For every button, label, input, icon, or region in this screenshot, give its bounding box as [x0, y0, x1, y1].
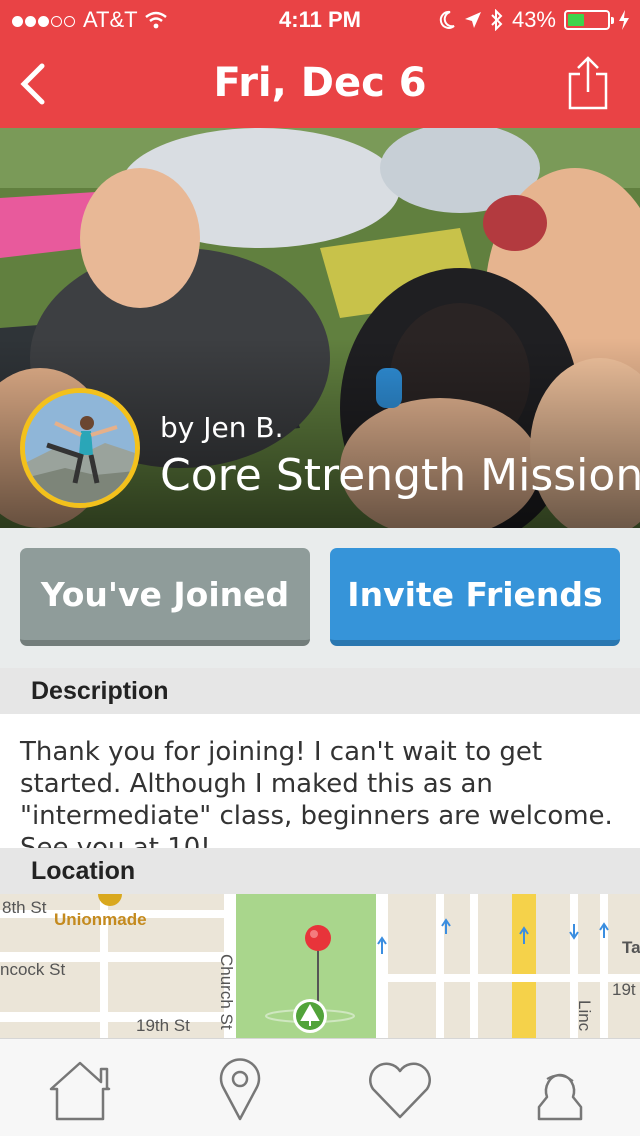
charging-icon: [619, 10, 629, 30]
profile-icon: [537, 1073, 583, 1121]
map-label-19th-right: 19t: [612, 980, 636, 999]
tab-location[interactable]: [205, 1057, 275, 1123]
description-text: Thank you for joining! I can't wait to g…: [0, 714, 640, 863]
map-label-linc: Linc: [575, 1000, 594, 1032]
nav-bar: Fri, Dec 6: [0, 40, 640, 128]
joined-button[interactable]: You've Joined: [20, 548, 310, 646]
event-title: Core Strength Mission: [160, 450, 640, 501]
location-arrow-icon: [464, 12, 481, 28]
map-label-19th: 19th St: [136, 1016, 190, 1035]
share-button[interactable]: [566, 56, 610, 110]
description-header: Description: [0, 668, 640, 714]
location-map[interactable]: 8th St Unionmade ncock St Church St 19th…: [0, 894, 640, 1038]
event-hero-image: by Jen B. Core Strength Mission: [0, 128, 640, 528]
action-buttons: You've Joined Invite Friends: [0, 528, 640, 668]
battery-icon: [564, 10, 614, 30]
bluetooth-icon: [491, 9, 503, 31]
share-icon: [568, 56, 608, 110]
tab-home[interactable]: [45, 1057, 115, 1123]
moon-icon: [439, 10, 455, 29]
heart-icon: [369, 1062, 431, 1119]
host-photo: [25, 393, 135, 503]
battery-percent: 43%: [511, 7, 556, 32]
host-avatar[interactable]: [20, 388, 140, 508]
home-icon: [49, 1061, 111, 1121]
status-bar: AT&T 4:11 PM 43%: [0, 0, 640, 40]
map-label-church: Church St: [217, 954, 236, 1030]
invite-friends-button[interactable]: Invite Friends: [330, 548, 620, 646]
status-right: 43%: [438, 7, 630, 33]
location-header: Location: [0, 848, 640, 894]
map-label-ta: Ta: [622, 938, 640, 957]
location-pin-icon: [219, 1058, 261, 1121]
tab-favorites[interactable]: [365, 1057, 435, 1123]
page-title: Fri, Dec 6: [213, 60, 427, 106]
map-label-unionmade: Unionmade: [54, 910, 147, 929]
map-label-hancock: ncock St: [0, 960, 66, 979]
tab-bar: [0, 1038, 640, 1136]
map-label-18th: 8th St: [2, 898, 47, 917]
event-author[interactable]: by Jen B.: [160, 411, 283, 444]
tab-profile[interactable]: [525, 1057, 595, 1123]
